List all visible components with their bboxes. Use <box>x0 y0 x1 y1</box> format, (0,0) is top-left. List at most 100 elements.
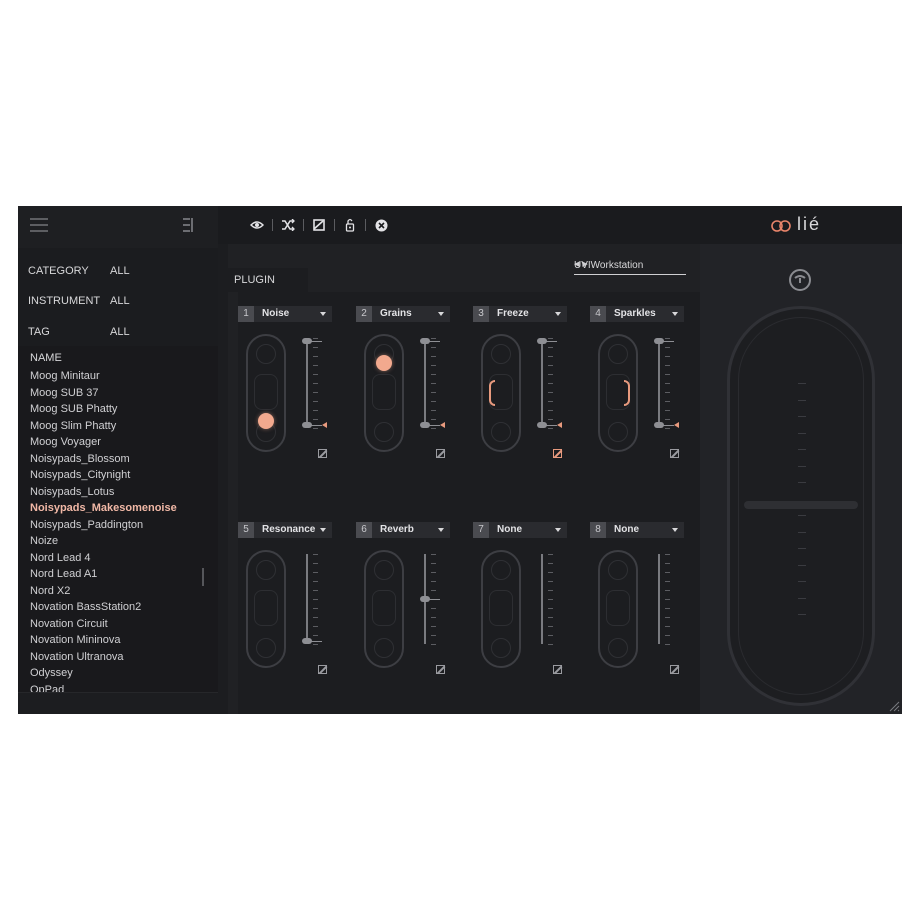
list-item[interactable]: Moog SUB 37 <box>30 385 210 402</box>
effect-selector[interactable]: 2 Grains <box>356 306 450 322</box>
slider-tick <box>665 428 670 429</box>
slider-tick <box>313 635 318 636</box>
bypass-toggle[interactable] <box>318 665 327 674</box>
lock-icon[interactable] <box>341 216 359 234</box>
eye-icon[interactable] <box>248 216 266 234</box>
effect-pad[interactable] <box>364 550 404 668</box>
pad-ring <box>256 344 276 364</box>
slot-number: 5 <box>238 522 254 538</box>
slider-tick <box>431 581 436 582</box>
amount-slider[interactable] <box>531 554 561 654</box>
effect-slot: 1 Noise <box>238 306 334 466</box>
preset-arrows-icon[interactable]: ◀▶ <box>574 260 684 268</box>
bypass-toggle[interactable] <box>436 665 445 674</box>
list-item[interactable]: Novation BassStation2 <box>30 599 210 616</box>
list-item[interactable]: Nord Lead 4 <box>30 550 210 567</box>
slider-tick <box>431 374 436 375</box>
list-item[interactable]: Odyssey <box>30 665 210 682</box>
list-item[interactable]: Novation Mininova <box>30 632 210 649</box>
effect-selector[interactable]: 7 None <box>473 522 567 538</box>
pad-bracket[interactable] <box>489 380 495 406</box>
effect-selector[interactable]: 5 Resonance <box>238 522 332 538</box>
effect-selector[interactable]: 8 None <box>590 522 684 538</box>
list-item[interactable]: Moog Slim Phatty <box>30 418 210 435</box>
list-item[interactable]: Nord X2 <box>30 583 210 600</box>
slider-tick <box>548 608 553 609</box>
bypass-toggle[interactable] <box>553 449 562 458</box>
effect-pad[interactable] <box>246 550 286 668</box>
list-item[interactable]: Noisypads_Makesomenoise <box>30 500 210 517</box>
close-circle-icon[interactable] <box>372 216 390 234</box>
slider-tick <box>548 347 553 348</box>
bypass-toggle[interactable] <box>670 449 679 458</box>
filter-value[interactable]: ALL <box>110 326 130 338</box>
list-item[interactable]: Noize <box>30 533 210 550</box>
filter-panel: CATEGORY ALL INSTRUMENT ALL TAG ALL <box>18 248 218 348</box>
list-header: NAME <box>30 352 62 364</box>
list-item[interactable]: Moog Minitaur <box>30 368 210 385</box>
slider-tick <box>548 401 553 402</box>
pad-dot[interactable] <box>376 354 392 371</box>
pad-ring <box>491 638 511 658</box>
pad-ring <box>608 422 628 442</box>
pad-ring <box>491 344 511 364</box>
filter-value[interactable]: ALL <box>110 295 130 307</box>
effect-selector[interactable]: 3 Freeze <box>473 306 567 322</box>
slider-tick <box>548 635 553 636</box>
bypass-toggle[interactable] <box>318 449 327 458</box>
filter-value[interactable]: ALL <box>110 265 130 277</box>
menu-icon[interactable] <box>30 218 48 234</box>
list-item[interactable]: Noisypads_Lotus <box>30 484 210 501</box>
slider-tick <box>313 608 318 609</box>
list-item[interactable]: OpPad <box>30 682 210 693</box>
macro-pad[interactable] <box>727 306 875 706</box>
list-item[interactable]: Nord Lead A1 <box>30 566 210 583</box>
tab-plugin[interactable]: PLUGIN <box>228 268 308 292</box>
amount-slider[interactable] <box>414 338 445 438</box>
effect-selector[interactable]: 4 Sparkles <box>590 306 684 322</box>
list-item[interactable]: Noisypads_Blossom <box>30 451 210 468</box>
slider-tick <box>431 419 436 420</box>
effect-pad[interactable] <box>364 334 404 452</box>
macro-pad-tick <box>798 531 806 533</box>
resize-handle-icon[interactable] <box>888 700 900 712</box>
list-item[interactable]: Noisypads_Paddington <box>30 517 210 534</box>
edit-box-icon[interactable] <box>310 216 328 234</box>
slider-tick <box>313 356 318 357</box>
toolbar-divider <box>334 219 335 231</box>
list-item[interactable]: Moog SUB Phatty <box>30 401 210 418</box>
list-item[interactable]: Novation Ultranova <box>30 649 210 666</box>
preset-selector[interactable]: UVIWorkstation ◀▶ <box>574 260 686 275</box>
pad-bracket[interactable] <box>624 380 630 406</box>
face-icon[interactable] <box>788 268 812 292</box>
list-item[interactable]: Noisypads_Citynight <box>30 467 210 484</box>
effect-pad[interactable] <box>481 550 521 668</box>
effect-pad[interactable] <box>598 550 638 668</box>
amount-slider[interactable] <box>648 554 678 654</box>
slider-tick <box>313 572 318 573</box>
amount-slider[interactable] <box>531 338 562 438</box>
effect-selector[interactable]: 6 Reverb <box>356 522 450 538</box>
slider-tick <box>548 428 553 429</box>
bypass-toggle[interactable] <box>553 665 562 674</box>
macro-pad-bar[interactable] <box>744 501 858 509</box>
effect-pad[interactable] <box>598 334 638 452</box>
amount-slider[interactable] <box>648 338 679 438</box>
collapse-panel-icon[interactable] <box>181 216 195 234</box>
effect-pad[interactable] <box>481 334 521 452</box>
list-item[interactable]: Moog Voyager <box>30 434 210 451</box>
slider-tick <box>431 347 436 348</box>
list-item[interactable]: Novation Circuit <box>30 616 210 633</box>
slider-tick <box>313 419 318 420</box>
slider-tick <box>313 626 318 627</box>
amount-slider[interactable] <box>296 554 326 654</box>
effect-selector[interactable]: 1 Noise <box>238 306 332 322</box>
macro-pad-tick <box>798 399 806 401</box>
effect-pad[interactable] <box>246 334 286 452</box>
bypass-toggle[interactable] <box>436 449 445 458</box>
bypass-toggle[interactable] <box>670 665 679 674</box>
amount-slider[interactable] <box>296 338 327 438</box>
list-scrollbar[interactable] <box>202 568 204 586</box>
shuffle-icon[interactable] <box>279 216 297 234</box>
amount-slider[interactable] <box>414 554 444 654</box>
